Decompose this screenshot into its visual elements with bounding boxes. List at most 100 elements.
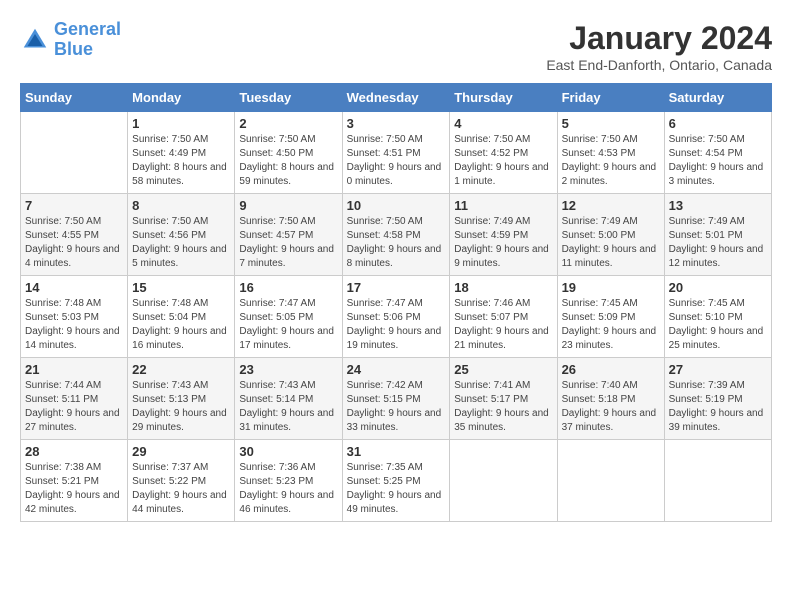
table-row: 23 Sunrise: 7:43 AMSunset: 5:14 PMDayligh… [235,358,342,440]
header-sunday: Sunday [21,84,128,112]
day-number: 20 [669,280,767,295]
logo-line2: Blue [54,39,93,59]
day-number: 28 [25,444,123,459]
table-row: 17 Sunrise: 7:47 AMSunset: 5:06 PMDayligh… [342,276,450,358]
table-row: 26 Sunrise: 7:40 AMSunset: 5:18 PMDayligh… [557,358,664,440]
day-number: 16 [239,280,337,295]
day-number: 24 [347,362,446,377]
day-number: 19 [562,280,660,295]
day-info: Sunrise: 7:50 AMSunset: 4:58 PMDaylight:… [347,215,446,271]
table-row: 28Sunrise: 7:38 AMSunset: 5:21 PMDayligh… [21,440,128,522]
calendar: Sunday Monday Tuesday Wednesday Thursday… [20,83,772,522]
day-number: 22 [132,362,230,377]
day-number: 5 [562,116,660,131]
day-info: Sunrise: 7:50 AMSunset: 4:57 PMDaylight:… [239,215,337,271]
day-number: 6 [669,116,767,131]
logo: General Blue [20,20,121,60]
day-info: Sunrise: 7:50 AMSunset: 4:52 PMDaylight:… [454,133,552,189]
header-thursday: Thursday [450,84,557,112]
table-row: 16 Sunrise: 7:47 AMSunset: 5:05 PMDayligh… [235,276,342,358]
table-row: 14 Sunrise: 7:48 AMSunset: 5:03 PMDayligh… [21,276,128,358]
table-row: 8Sunrise: 7:50 AMSunset: 4:56 PMDaylight… [128,194,235,276]
table-row: 22 Sunrise: 7:43 AMSunset: 5:13 PMDayligh… [128,358,235,440]
table-row: 10Sunrise: 7:50 AMSunset: 4:58 PMDayligh… [342,194,450,276]
table-row: 7 Sunrise: 7:50 AMSunset: 4:55 PMDaylight… [21,194,128,276]
calendar-week-5: 28Sunrise: 7:38 AMSunset: 5:21 PMDayligh… [21,440,772,522]
header-friday: Friday [557,84,664,112]
day-info: Sunrise: 7:49 AMSunset: 5:01 PMDaylight:… [669,215,767,271]
table-row: 27Sunrise: 7:39 AMSunset: 5:19 PMDayligh… [664,358,771,440]
table-row: 11 Sunrise: 7:49 AMSunset: 4:59 PMDayligh… [450,194,557,276]
day-info: Sunrise: 7:45 AMSunset: 5:10 PMDaylight:… [669,297,767,353]
day-info: Sunrise: 7:41 AMSunset: 5:17 PMDaylight:… [454,379,552,435]
day-info: Sunrise: 7:46 AMSunset: 5:07 PMDaylight:… [454,297,552,353]
day-info: Sunrise: 7:44 AMSunset: 5:11 PMDaylight:… [25,379,123,435]
table-row: 24 Sunrise: 7:42 AMSunset: 5:15 PMDayligh… [342,358,450,440]
table-row: 3 Sunrise: 7:50 AMSunset: 4:51 PMDaylight… [342,112,450,194]
day-info: Sunrise: 7:50 AMSunset: 4:55 PMDaylight:… [25,215,123,271]
day-info: Sunrise: 7:48 AMSunset: 5:04 PMDaylight:… [132,297,230,353]
header-saturday: Saturday [664,84,771,112]
table-row [21,112,128,194]
day-number: 30 [239,444,337,459]
table-row [450,440,557,522]
table-row: 6 Sunrise: 7:50 AMSunset: 4:54 PMDaylight… [664,112,771,194]
day-info: Sunrise: 7:42 AMSunset: 5:15 PMDaylight:… [347,379,446,435]
header-tuesday: Tuesday [235,84,342,112]
day-info: Sunrise: 7:50 AMSunset: 4:49 PMDaylight:… [132,133,230,189]
day-number: 27 [669,362,767,377]
table-row [557,440,664,522]
day-info: Sunrise: 7:40 AMSunset: 5:18 PMDaylight:… [562,379,660,435]
day-number: 29 [132,444,230,459]
day-number: 12 [562,198,660,213]
day-info: Sunrise: 7:36 AMSunset: 5:23 PMDaylight:… [239,461,337,517]
day-number: 9 [239,198,337,213]
table-row [664,440,771,522]
day-info: Sunrise: 7:43 AMSunset: 5:13 PMDaylight:… [132,379,230,435]
day-info: Sunrise: 7:50 AMSunset: 4:54 PMDaylight:… [669,133,767,189]
table-row: 9 Sunrise: 7:50 AMSunset: 4:57 PMDaylight… [235,194,342,276]
title-section: January 2024 East End-Danforth, Ontario,… [546,20,772,73]
logo-icon [20,25,50,55]
table-row: 31 Sunrise: 7:35 AMSunset: 5:25 PMDayligh… [342,440,450,522]
logo-line1: General [54,19,121,39]
table-row: 2Sunrise: 7:50 AMSunset: 4:50 PMDaylight… [235,112,342,194]
day-number: 1 [132,116,230,131]
day-info: Sunrise: 7:37 AMSunset: 5:22 PMDaylight:… [132,461,230,517]
day-number: 7 [25,198,123,213]
page-header: General Blue January 2024 East End-Danfo… [20,20,772,73]
day-info: Sunrise: 7:50 AMSunset: 4:51 PMDaylight:… [347,133,446,189]
table-row: 15Sunrise: 7:48 AMSunset: 5:04 PMDayligh… [128,276,235,358]
day-info: Sunrise: 7:47 AMSunset: 5:06 PMDaylight:… [347,297,446,353]
calendar-week-1: 1 Sunrise: 7:50 AMSunset: 4:49 PMDaylight… [21,112,772,194]
header-wednesday: Wednesday [342,84,450,112]
day-info: Sunrise: 7:49 AMSunset: 4:59 PMDaylight:… [454,215,552,271]
day-number: 14 [25,280,123,295]
day-info: Sunrise: 7:48 AMSunset: 5:03 PMDaylight:… [25,297,123,353]
day-number: 21 [25,362,123,377]
day-number: 26 [562,362,660,377]
day-number: 3 [347,116,446,131]
day-info: Sunrise: 7:47 AMSunset: 5:05 PMDaylight:… [239,297,337,353]
calendar-week-4: 21 Sunrise: 7:44 AMSunset: 5:11 PMDayligh… [21,358,772,440]
table-row: 25Sunrise: 7:41 AMSunset: 5:17 PMDayligh… [450,358,557,440]
month-title: January 2024 [546,20,772,57]
day-info: Sunrise: 7:35 AMSunset: 5:25 PMDaylight:… [347,461,446,517]
table-row: 19 Sunrise: 7:45 AMSunset: 5:09 PMDayligh… [557,276,664,358]
calendar-week-3: 14 Sunrise: 7:48 AMSunset: 5:03 PMDayligh… [21,276,772,358]
day-info: Sunrise: 7:43 AMSunset: 5:14 PMDaylight:… [239,379,337,435]
day-number: 17 [347,280,446,295]
table-row: 20 Sunrise: 7:45 AMSunset: 5:10 PMDayligh… [664,276,771,358]
day-number: 23 [239,362,337,377]
table-row: 18Sunrise: 7:46 AMSunset: 5:07 PMDayligh… [450,276,557,358]
day-info: Sunrise: 7:50 AMSunset: 4:53 PMDaylight:… [562,133,660,189]
header-monday: Monday [128,84,235,112]
day-number: 4 [454,116,552,131]
location: East End-Danforth, Ontario, Canada [546,57,772,73]
day-info: Sunrise: 7:45 AMSunset: 5:09 PMDaylight:… [562,297,660,353]
table-row: 21 Sunrise: 7:44 AMSunset: 5:11 PMDayligh… [21,358,128,440]
day-number: 8 [132,198,230,213]
day-number: 31 [347,444,446,459]
day-number: 11 [454,198,552,213]
logo-text: General Blue [54,20,121,60]
